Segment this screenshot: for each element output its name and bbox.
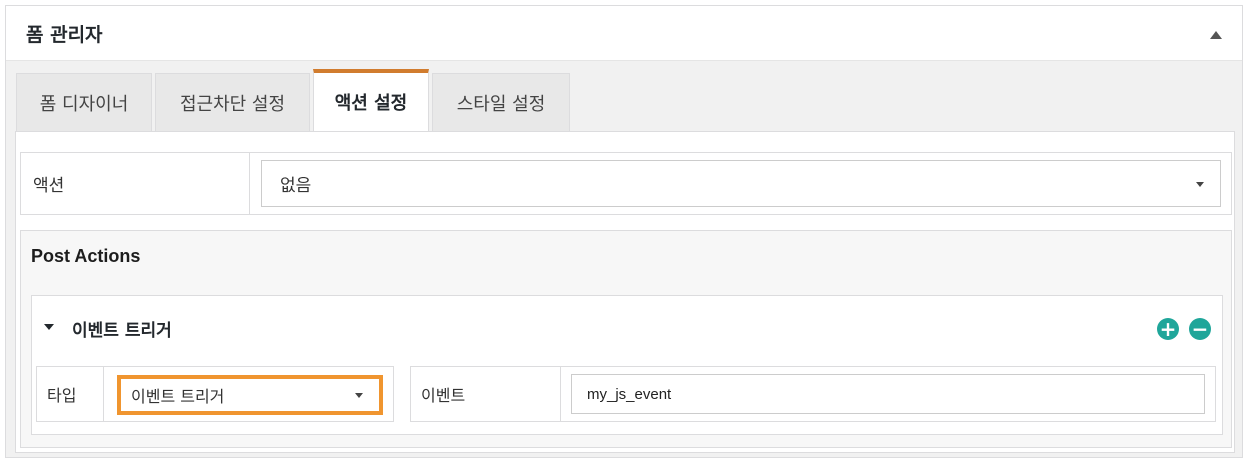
tab-action-settings[interactable]: 액션 설정	[313, 69, 429, 131]
post-action-item-title: 이벤트 트리거	[72, 321, 172, 341]
post-actions-title: Post Actions	[31, 246, 141, 266]
action-label: 액션	[21, 153, 250, 214]
chevron-down-icon	[355, 393, 363, 398]
event-label: 이벤트	[411, 367, 561, 421]
tab-bar: 폼 디자이너 접근차단 설정 액션 설정 스타일 설정	[16, 69, 573, 131]
event-field-group: 이벤트	[410, 366, 1216, 422]
type-label: 타입	[37, 367, 104, 421]
action-row: 액션 없음	[20, 152, 1232, 215]
type-select-value: 이벤트 트리거	[131, 387, 225, 406]
tab-access-block-settings[interactable]: 접근차단 설정	[155, 73, 310, 131]
type-select[interactable]: 이벤트 트리거	[117, 375, 383, 415]
tab-form-designer[interactable]: 폼 디자이너	[16, 73, 152, 131]
post-action-item: 이벤트 트리거 + − 타입 이벤트 트리거 이벤트	[31, 295, 1223, 435]
panel-title: 폼 관리자	[26, 23, 103, 46]
type-field-group: 타입 이벤트 트리거	[36, 366, 394, 422]
tab-content: 액션 없음 Post Actions 이벤트 트리거 + − 타입 이벤트 트리…	[15, 131, 1235, 453]
collapse-caret-icon[interactable]	[44, 324, 54, 330]
minus-circle-icon[interactable]: −	[1189, 318, 1211, 340]
panel-body: 폼 디자이너 접근차단 설정 액션 설정 스타일 설정 액션 없음 Post A…	[6, 61, 1242, 457]
event-input[interactable]	[571, 374, 1205, 414]
chevron-down-icon	[1196, 181, 1204, 187]
form-manager-panel: 폼 관리자 폼 디자이너 접근차단 설정 액션 설정 스타일 설정 액션 없음 …	[5, 5, 1243, 458]
collapse-toggle-icon[interactable]	[1210, 31, 1222, 39]
action-select[interactable]: 없음	[261, 160, 1221, 207]
plus-circle-icon[interactable]: +	[1157, 318, 1179, 340]
action-select-value: 없음	[280, 176, 312, 196]
post-actions-section: Post Actions 이벤트 트리거 + − 타입 이벤트 트리거 이벤트 …	[20, 230, 1232, 448]
tab-style-settings[interactable]: 스타일 설정	[432, 73, 570, 131]
panel-header: 폼 관리자	[6, 6, 1242, 61]
